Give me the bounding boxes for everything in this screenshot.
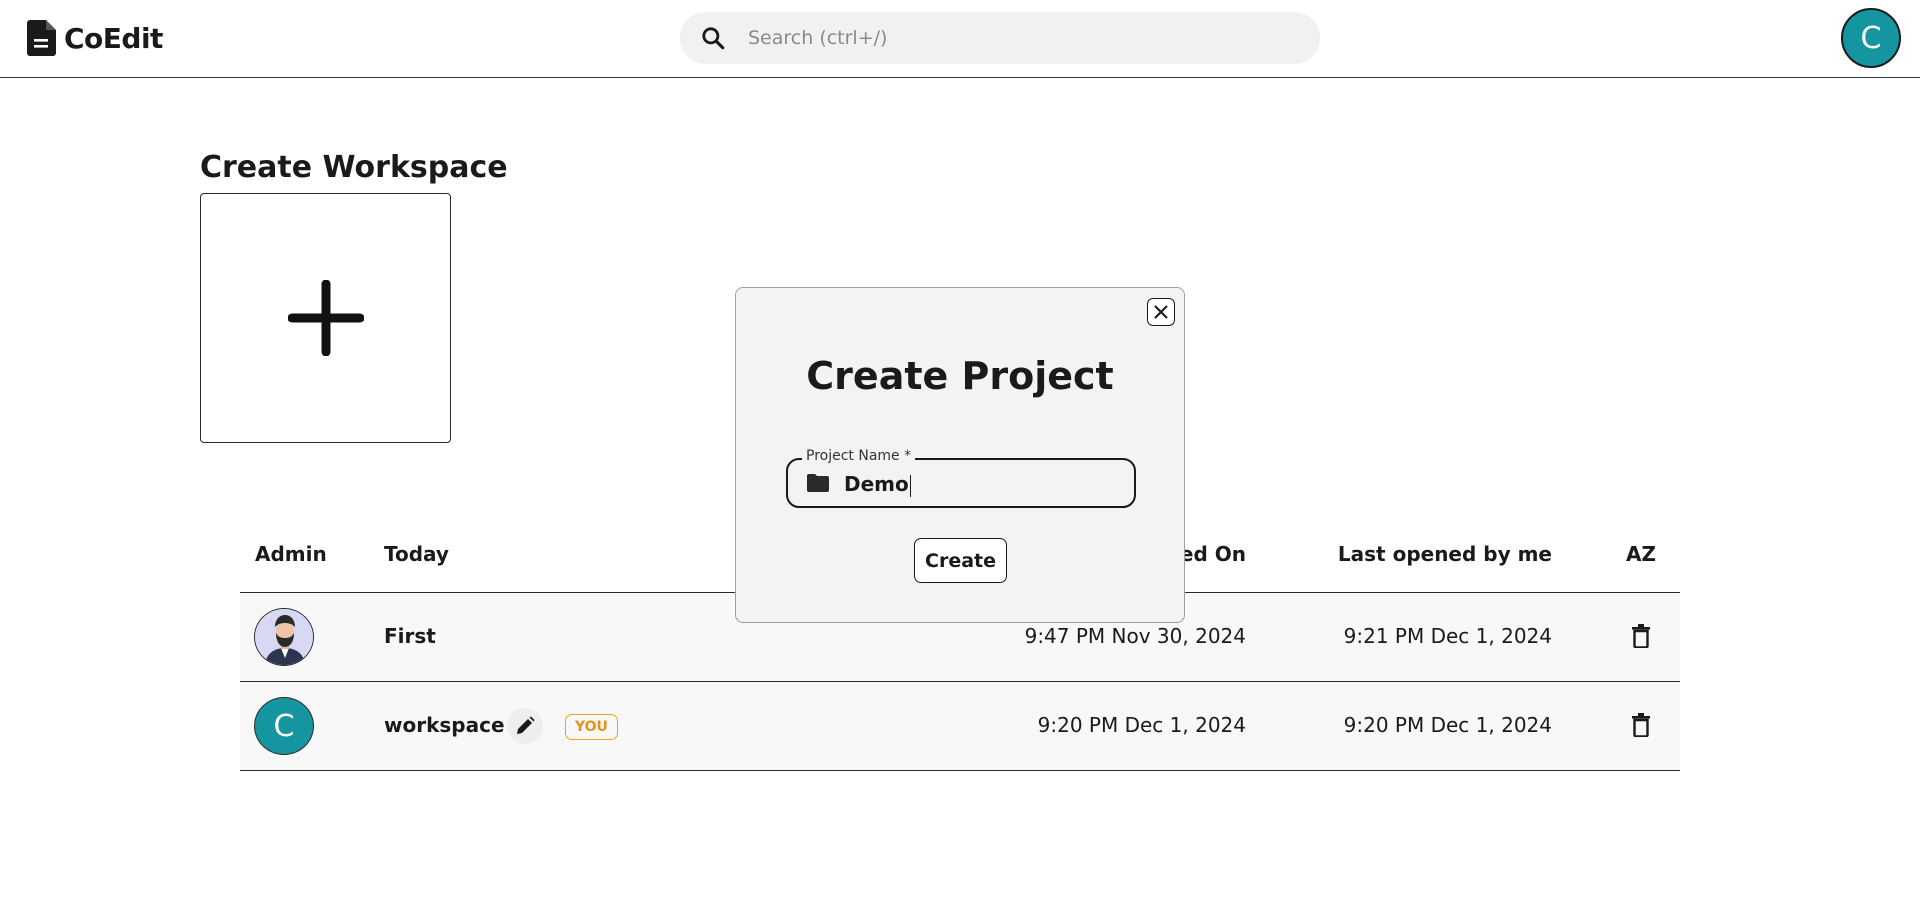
search-bar[interactable] xyxy=(680,12,1320,64)
user-avatar[interactable]: C xyxy=(1841,8,1901,68)
plus-icon xyxy=(287,280,364,356)
file-icon xyxy=(27,20,56,56)
created-date: 9:47 PM Nov 30, 2024 xyxy=(1024,624,1246,648)
create-button[interactable]: Create xyxy=(914,538,1007,583)
admin-avatar xyxy=(254,608,314,666)
workspace-name[interactable]: First xyxy=(384,624,436,648)
project-name-field[interactable]: Project Name * Demo xyxy=(786,448,1136,508)
project-name-input: Demo xyxy=(844,472,912,497)
app-name: CoEdit xyxy=(64,21,163,55)
project-name-label: Project Name * xyxy=(802,448,916,464)
text-caret xyxy=(909,474,912,497)
top-bar: CoEdit C xyxy=(0,0,1920,78)
app-logo[interactable]: CoEdit xyxy=(26,18,163,58)
owner-badge: YOU xyxy=(565,714,618,740)
trash-icon[interactable] xyxy=(1631,713,1651,737)
edit-icon xyxy=(517,716,535,734)
workspace-name[interactable]: workspace xyxy=(384,713,505,737)
edit-name-button[interactable] xyxy=(507,708,543,744)
created-date: 9:20 PM Dec 1, 2024 xyxy=(1037,713,1246,737)
column-last-opened[interactable]: Last opened by me xyxy=(1338,542,1552,566)
person-avatar-icon xyxy=(255,609,313,665)
close-button[interactable] xyxy=(1147,298,1175,326)
project-name-value[interactable]: Demo xyxy=(844,472,909,496)
trash-icon[interactable] xyxy=(1631,624,1651,648)
search-icon xyxy=(702,27,725,50)
create-workspace-title: Create Workspace xyxy=(200,150,508,185)
close-icon xyxy=(1154,305,1168,319)
last-opened-date: 9:21 PM Dec 1, 2024 xyxy=(1343,624,1552,648)
create-workspace-card[interactable] xyxy=(200,193,451,443)
sort-az-icon[interactable]: AZ xyxy=(1626,542,1656,566)
column-name[interactable]: Today xyxy=(384,542,449,566)
last-opened-date: 9:20 PM Dec 1, 2024 xyxy=(1343,713,1552,737)
search-input[interactable] xyxy=(748,27,1308,49)
folder-icon xyxy=(807,474,829,492)
column-admin: Admin xyxy=(255,542,327,566)
create-project-dialog: Create Project Project Name * Demo Creat… xyxy=(735,287,1185,623)
table-row[interactable]: C workspace YOU 9:20 PM Dec 1, 2024 9:20… xyxy=(240,682,1680,771)
dialog-title: Create Project xyxy=(806,354,1114,398)
admin-avatar: C xyxy=(254,697,314,755)
